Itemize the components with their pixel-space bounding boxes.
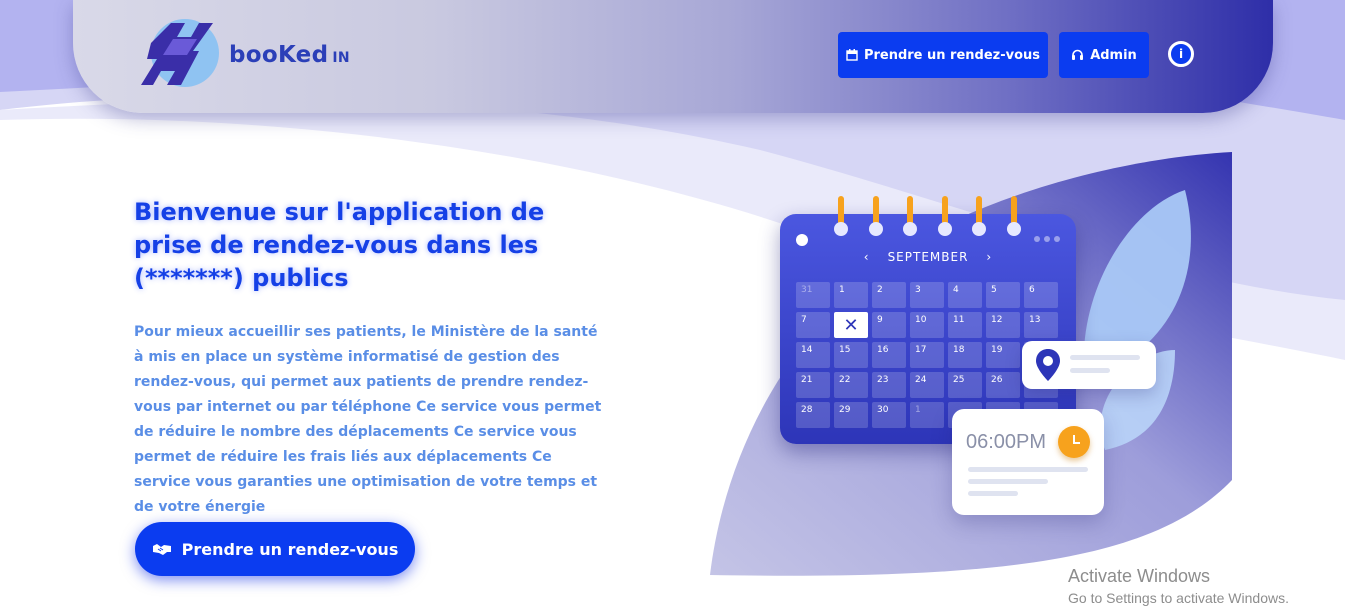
nav-book-appointment-button[interactable]: Prendre un rendez-vous bbox=[838, 32, 1048, 78]
calendar-day: 23 bbox=[872, 372, 906, 398]
hero-book-appointment-button[interactable]: Prendre un rendez-vous bbox=[135, 522, 415, 576]
info-icon: i bbox=[1178, 47, 1184, 61]
calendar-day: 14 bbox=[796, 342, 830, 368]
chevron-left-icon: ‹ bbox=[863, 250, 870, 264]
close-icon: ✕ bbox=[843, 314, 859, 336]
calendar-day: 6 bbox=[1024, 282, 1058, 308]
brand-name: booKed IN bbox=[229, 42, 350, 68]
calendar-day: 7 bbox=[796, 312, 830, 338]
windows-activation-title: Activate Windows bbox=[1068, 566, 1211, 586]
top-navbar: booKed IN Prendre un rendez-vous Admin i bbox=[73, 0, 1273, 113]
calendar-day: 1 bbox=[834, 282, 868, 308]
location-card bbox=[1022, 341, 1156, 389]
brand-name-main: booKed bbox=[229, 42, 329, 68]
location-text-line bbox=[1070, 368, 1110, 373]
time-text-line bbox=[968, 467, 1088, 472]
calendar-day: 1 bbox=[910, 402, 944, 428]
calendar-header: ‹ SEPTEMBER › bbox=[780, 250, 1076, 264]
time-card: 06:00PM bbox=[952, 409, 1104, 515]
calendar-day: 24 bbox=[910, 372, 944, 398]
brand-logo[interactable]: booKed IN bbox=[141, 15, 351, 95]
calendar-ring bbox=[903, 196, 917, 236]
calendar-ring bbox=[1007, 196, 1021, 236]
info-button[interactable]: i bbox=[1168, 41, 1194, 67]
hero-title: Bienvenue sur l'application de prise de … bbox=[134, 198, 545, 292]
time-text-line bbox=[968, 479, 1048, 484]
calendar-day: 11 bbox=[948, 312, 982, 338]
calendar-day: 31 bbox=[796, 282, 830, 308]
calendar-day-selected: ✕ bbox=[834, 312, 868, 338]
calendar-day: 4 bbox=[948, 282, 982, 308]
calendar-day: 15 bbox=[834, 342, 868, 368]
headset-icon bbox=[1072, 49, 1084, 60]
time-label: 06:00PM bbox=[966, 431, 1047, 453]
calendar-day: 30 bbox=[872, 402, 906, 428]
calendar-ring bbox=[938, 196, 952, 236]
calendar-day: 22 bbox=[834, 372, 868, 398]
calendar-day: 25 bbox=[948, 372, 982, 398]
clock-icon bbox=[1058, 426, 1090, 458]
calendar-icon bbox=[846, 49, 858, 61]
calendar-day: 9 bbox=[872, 312, 906, 338]
calendar-day: 13 bbox=[1024, 312, 1058, 338]
calendar-dot bbox=[796, 234, 808, 246]
calendar-day: 29 bbox=[834, 402, 868, 428]
nav-admin-button[interactable]: Admin bbox=[1059, 32, 1149, 78]
calendar-day: 19 bbox=[986, 342, 1020, 368]
calendar-day: 10 bbox=[910, 312, 944, 338]
calendar-day: 16 bbox=[872, 342, 906, 368]
brand-name-suffix: IN bbox=[332, 50, 350, 66]
logo-mark-icon bbox=[141, 19, 219, 87]
calendar-month: SEPTEMBER bbox=[887, 250, 969, 264]
calendar-day: 12 bbox=[986, 312, 1020, 338]
hero-cta-label: Prendre un rendez-vous bbox=[181, 539, 399, 559]
chevron-right-icon: › bbox=[986, 250, 993, 264]
calendar-day: 3 bbox=[910, 282, 944, 308]
nav-book-appointment-label: Prendre un rendez-vous bbox=[863, 47, 1041, 63]
location-text-line bbox=[1070, 355, 1140, 360]
calendar-day: 2 bbox=[872, 282, 906, 308]
calendar-day: 5 bbox=[986, 282, 1020, 308]
time-text-line bbox=[968, 491, 1018, 496]
calendar-ring bbox=[972, 196, 986, 236]
calendar-day: 17 bbox=[910, 342, 944, 368]
calendar-ring bbox=[869, 196, 883, 236]
calendar-day: 26 bbox=[986, 372, 1020, 398]
nav-admin-label: Admin bbox=[1090, 47, 1137, 63]
location-pin-icon bbox=[1036, 349, 1060, 381]
calendar-day: 21 bbox=[796, 372, 830, 398]
hero-description: Pour mieux accueillir ses patients, le M… bbox=[134, 324, 602, 515]
calendar-day: 18 bbox=[948, 342, 982, 368]
calendar-ring bbox=[834, 196, 848, 236]
handshake-icon bbox=[152, 544, 171, 555]
calendar-day: 28 bbox=[796, 402, 830, 428]
windows-activation-subtitle: Go to Settings to activate Windows. bbox=[1068, 590, 1289, 606]
calendar-dots bbox=[1034, 236, 1060, 242]
